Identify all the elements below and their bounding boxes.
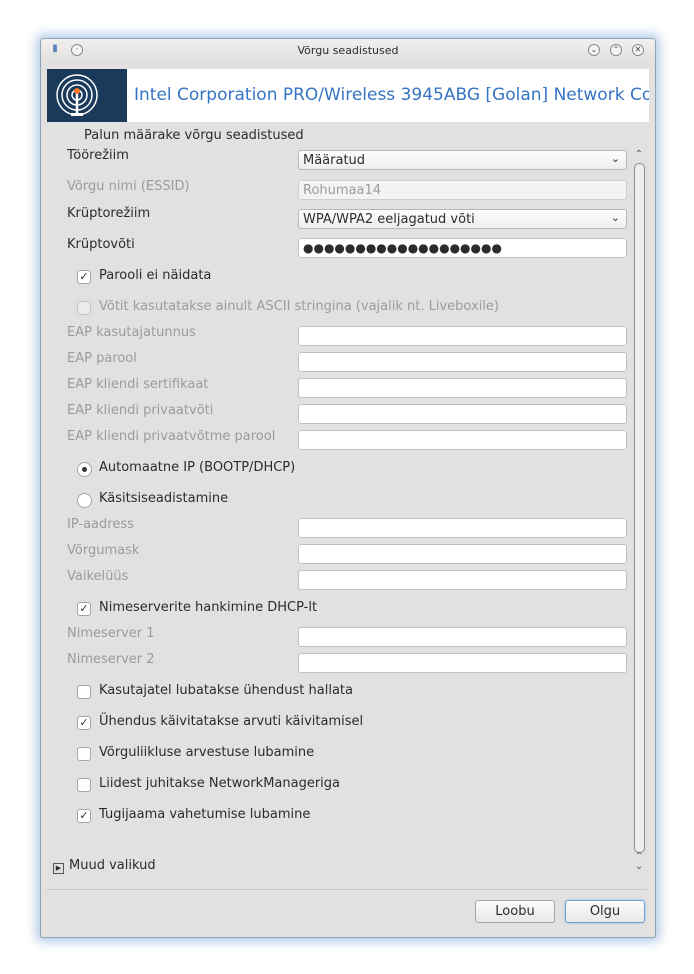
networkmanager-label: Liidest juhitakse NetworkManageriga: [99, 776, 341, 791]
hide-password-label: Parooli ei näidata: [99, 268, 212, 283]
ip-address-input[interactable]: [298, 518, 627, 538]
eap-client-key-label: EAP kliendi privaatvõti: [67, 403, 214, 418]
essid-input[interactable]: Rohumaa14: [298, 180, 627, 200]
mode-label: Töörežiim: [67, 148, 129, 163]
scrollbar-thumb[interactable]: [634, 163, 645, 853]
window-title: Võrgu seadistused: [297, 44, 399, 57]
chevron-down-icon: ⌄: [610, 211, 620, 224]
instructions-text: Palun määrake võrgu seadistused: [84, 128, 304, 143]
gateway-input[interactable]: [298, 570, 627, 590]
dns1-input[interactable]: [298, 627, 627, 647]
ascii-key-label: Võtit kasutatakse ainult ASCII stringina…: [99, 299, 499, 314]
vertical-scrollbar[interactable]: ⌃ ⌃ ⌄: [633, 149, 645, 899]
start-on-boot-checkbox[interactable]: ✓: [77, 716, 91, 730]
separator: [47, 889, 647, 890]
crypto-mode-select[interactable]: WPA/WPA2 eeljagatud võti ⌄: [298, 209, 627, 229]
accounting-label: Võrguliikluse arvestuse lubamine: [99, 745, 315, 760]
networkmanager-checkbox[interactable]: [77, 778, 91, 792]
auto-ip-radio[interactable]: [77, 462, 92, 477]
scroll-up-icon[interactable]: ⌃: [633, 149, 645, 160]
netmask-label: Võrgumask: [67, 543, 140, 558]
crypto-key-input[interactable]: ●●●●●●●●●●●●●●●●●●●: [298, 238, 627, 258]
eap-client-key-password-input[interactable]: [298, 430, 627, 450]
manual-config-label: Käsitsiseadistamine: [99, 491, 229, 506]
close-icon[interactable]: ✕: [632, 44, 644, 56]
netmask-input[interactable]: [298, 544, 627, 564]
dhcp-dns-label: Nimeserverite hankimine DHCP-lt: [99, 600, 318, 615]
network-settings-window: ▮ · Võrgu seadistused ⌄ ⌃ ✕ Intel Corpor…: [40, 38, 656, 938]
gateway-label: Vaikelüüs: [67, 569, 129, 584]
mode-value: Määratud: [303, 153, 366, 168]
manual-config-radio[interactable]: [77, 493, 92, 508]
eap-client-key-input[interactable]: [298, 404, 627, 424]
minimize-icon[interactable]: ⌄: [588, 44, 600, 56]
eap-user-label: EAP kasutajatunnus: [67, 325, 196, 340]
roaming-label: Tugijaama vahetumise lubamine: [99, 807, 311, 822]
crypto-key-label: Krüptovõti: [67, 237, 135, 252]
user-control-label: Kasutajatel lubatakse ühendust hallata: [99, 683, 353, 698]
user-control-checkbox[interactable]: [77, 685, 91, 699]
expand-triangle-icon: ▶: [53, 863, 64, 874]
more-options-expander[interactable]: ▶ Muud valikud: [53, 858, 156, 874]
crypto-mode-label: Krüptorežiim: [67, 206, 151, 221]
chevron-down-icon: ⌄: [610, 152, 620, 165]
wireless-antenna-icon: [47, 69, 127, 122]
dhcp-dns-checkbox[interactable]: ✓: [77, 602, 91, 616]
dns2-label: Nimeserver 2: [67, 652, 155, 667]
eap-client-cert-input[interactable]: [298, 378, 627, 398]
hide-password-checkbox[interactable]: ✓: [77, 270, 91, 284]
dns2-input[interactable]: [298, 653, 627, 673]
eap-password-label: EAP parool: [67, 351, 137, 366]
ip-address-label: IP-aadress: [67, 517, 134, 532]
accounting-checkbox[interactable]: [77, 747, 91, 761]
title-bar[interactable]: ▮ · Võrgu seadistused ⌄ ⌃ ✕: [41, 39, 655, 61]
scroll-down-icon[interactable]: ⌄: [633, 861, 645, 872]
eap-client-key-password-label: EAP kliendi privaatvõtme parool: [67, 429, 276, 444]
device-name: Intel Corporation PRO/Wireless 3945ABG […: [134, 85, 649, 105]
start-on-boot-label: Ühendus käivitatakse arvuti käivitamisel: [99, 714, 364, 729]
eap-password-input[interactable]: [298, 352, 627, 372]
auto-ip-label: Automaatne IP (BOOTP/DHCP): [99, 460, 296, 475]
cancel-button[interactable]: Loobu: [475, 900, 555, 923]
eap-user-input[interactable]: [298, 326, 627, 346]
header-banner: Intel Corporation PRO/Wireless 3945ABG […: [47, 69, 649, 122]
ascii-key-checkbox[interactable]: [77, 301, 91, 315]
roaming-checkbox[interactable]: ✓: [77, 809, 91, 823]
eap-client-cert-label: EAP kliendi sertifikaat: [67, 377, 209, 392]
ok-button[interactable]: Olgu: [565, 900, 645, 923]
essid-label: Võrgu nimi (ESSID): [67, 179, 190, 194]
crypto-mode-value: WPA/WPA2 eeljagatud võti: [303, 212, 475, 227]
more-options-label: Muud valikud: [69, 858, 156, 873]
maximize-icon[interactable]: ⌃: [610, 44, 622, 56]
dns1-label: Nimeserver 1: [67, 626, 155, 641]
mode-select[interactable]: Määratud ⌄: [298, 150, 627, 170]
